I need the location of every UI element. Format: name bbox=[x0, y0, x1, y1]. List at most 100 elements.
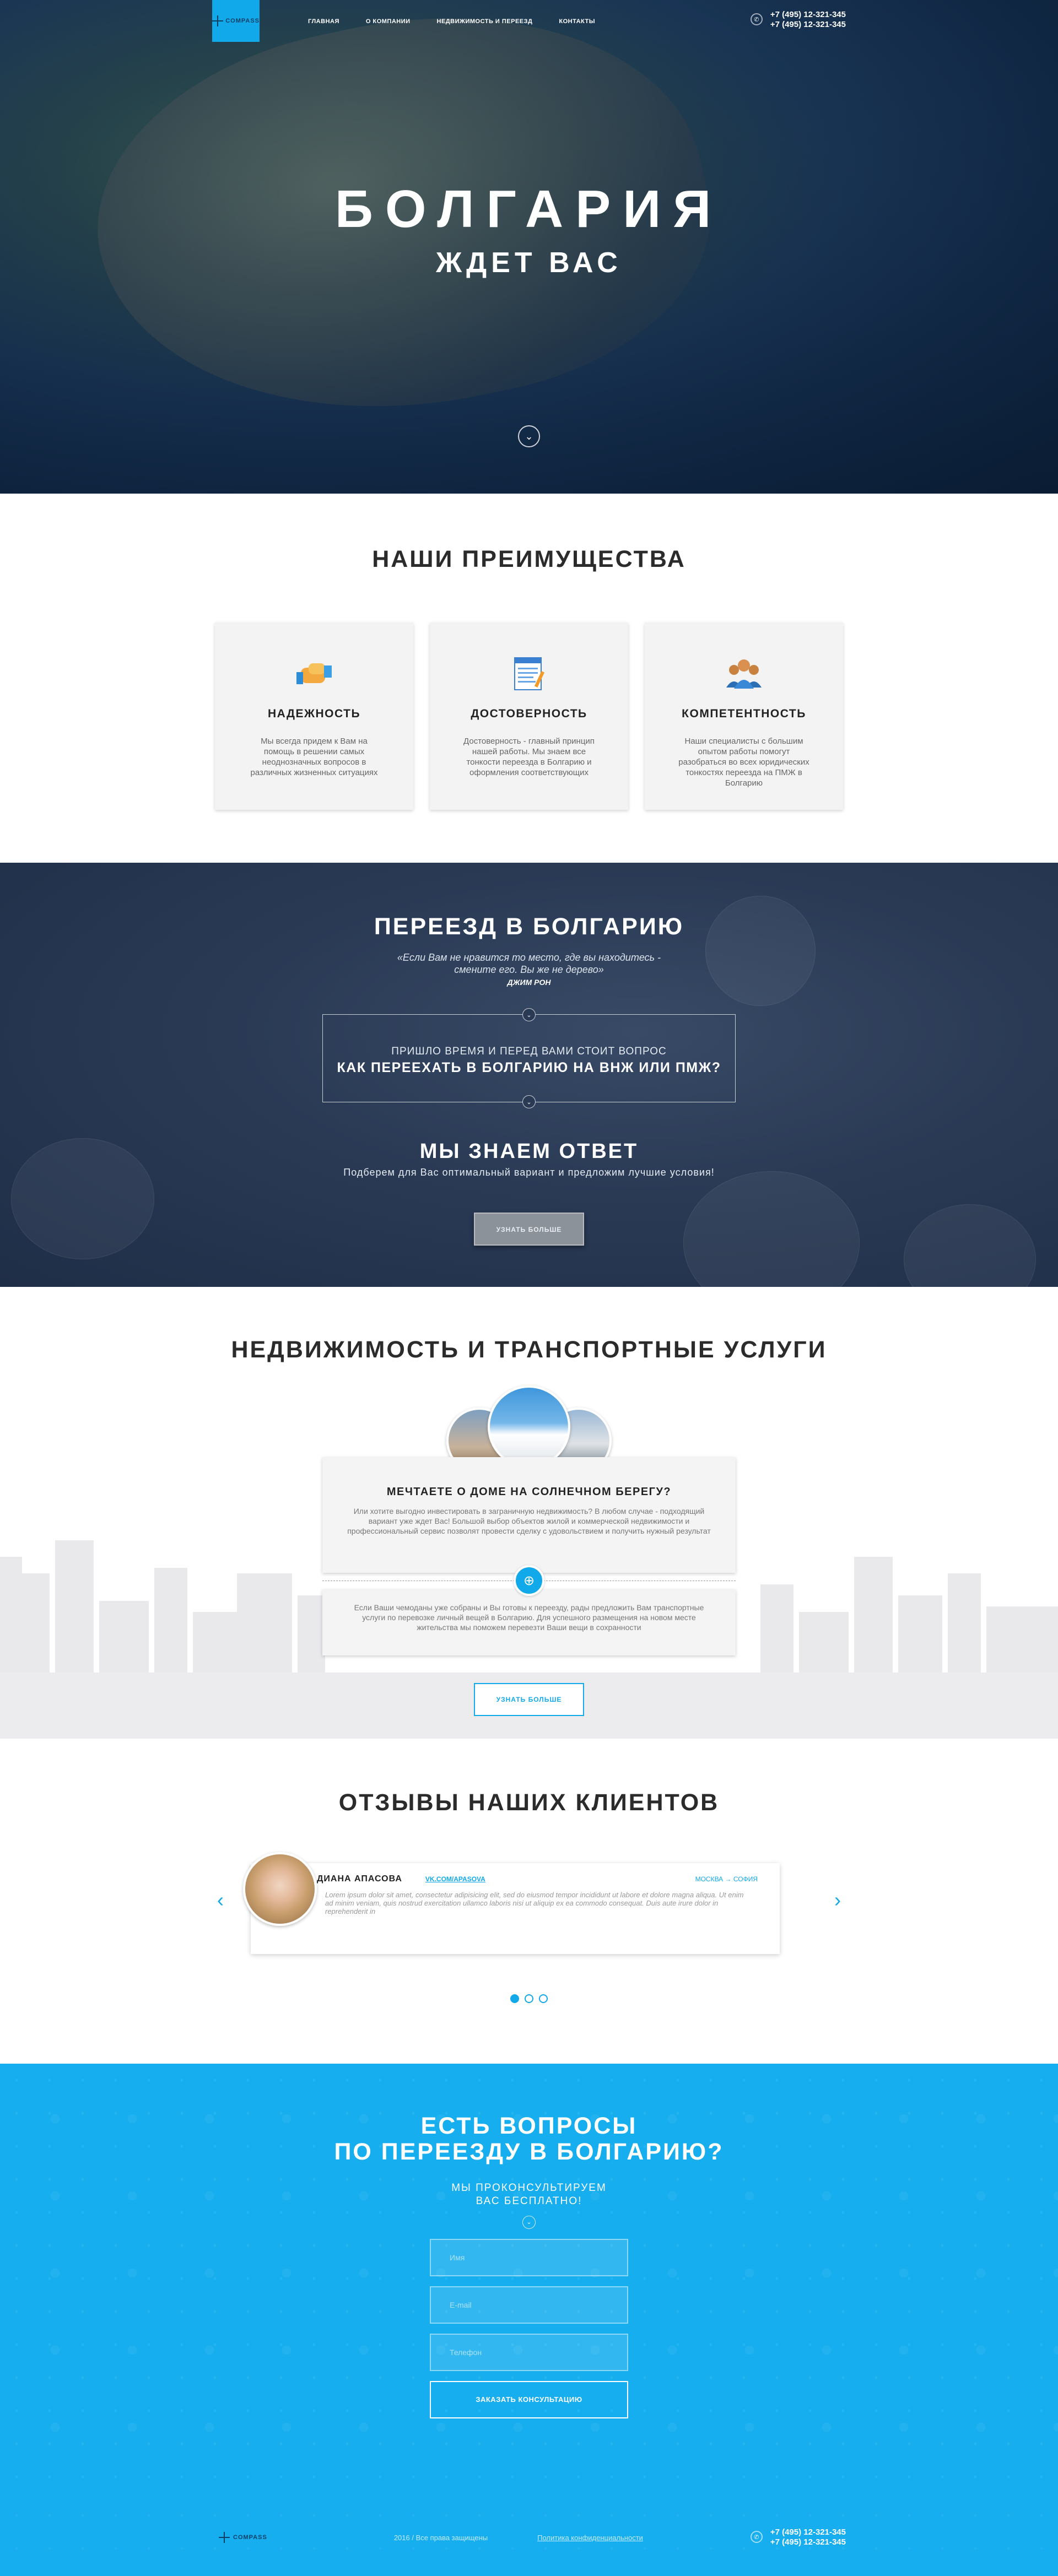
estate-card-top: МЕЧТАЕТЕ О ДОМЕ НА СОЛНЕЧНОМ БЕРЕГУ? Или… bbox=[322, 1457, 736, 1573]
estate-card-text: Если Ваши чемоданы уже собраны и Вы гото… bbox=[354, 1603, 704, 1632]
name-field-wrapper bbox=[430, 2239, 628, 2276]
slider-pagination bbox=[0, 1994, 1058, 2003]
estate-card-text: Или хотите выгодно инвестировать в загра… bbox=[347, 1507, 711, 1535]
review-route: МОСКВА → СОФИЯ bbox=[695, 1875, 758, 1883]
name-field[interactable] bbox=[450, 2253, 627, 2262]
consultation-form: ЗАКАЗАТЬ КОНСУЛЬТАЦИЮ bbox=[0, 2239, 1058, 2418]
contact-subtitle-line: МЫ ПРОКОНСУЛЬТИРУЕМ bbox=[451, 2182, 607, 2194]
question-small: ПРИШЛО ВРЕМЯ И ПЕРЕД ВАМИ СТОИТ ВОПРОС bbox=[391, 1046, 667, 1057]
copyright: 2016 / Все права защищены bbox=[393, 2533, 488, 2542]
contact-title-line: ПО ПЕРЕЕЗДУ В БОЛГАРИЮ? bbox=[334, 2139, 724, 2165]
estate-card-bottom: Если Ваши чемоданы уже собраны и Вы гото… bbox=[322, 1589, 736, 1655]
hero-subtitle: ЖДЕТ ВАС bbox=[436, 247, 622, 279]
phone-number[interactable]: +7 (495) 12-321-345 bbox=[770, 2528, 846, 2537]
advantages-section: НАШИ ПРЕИМУЩЕСТВА НАДЕЖНОСТЬ Мы всегда п… bbox=[0, 494, 1058, 863]
section-title: ПЕРЕЕЗД В БОЛГАРИЮ bbox=[374, 913, 684, 940]
header-phones: ✆ +7 (495) 12-321-345 +7 (495) 12-321-34… bbox=[750, 10, 846, 30]
reviewer-name: ДИАНА АПАСОВА bbox=[317, 1874, 402, 1884]
learn-more-button[interactable]: УЗНАТЬ БОЛЬШЕ bbox=[474, 1683, 584, 1716]
team-icon bbox=[722, 651, 766, 695]
chevron-down-icon: ⌄ bbox=[525, 430, 533, 442]
lifebuoy-icon: ⊕ bbox=[514, 1565, 544, 1596]
email-field-wrapper bbox=[430, 2286, 628, 2324]
compass-icon bbox=[212, 15, 224, 26]
phone-number[interactable]: +7 (495) 12-321-345 bbox=[770, 20, 846, 30]
next-arrow-icon[interactable]: › bbox=[829, 1888, 846, 1912]
review-head: ДИАНА АПАСОВА VK.COM/APASOVA МОСКВА → СО… bbox=[317, 1874, 758, 1884]
main-nav: ГЛАВНАЯ О КОМПАНИИ НЕДВИЖИМОСТЬ И ПЕРЕЕЗ… bbox=[308, 18, 595, 25]
advantage-text: Достоверность - главный принцип нашей ра… bbox=[463, 737, 595, 777]
handshake-icon bbox=[292, 651, 336, 695]
phone-number[interactable]: +7 (495) 12-321-345 bbox=[770, 2537, 846, 2547]
pagination-dot[interactable] bbox=[525, 1994, 533, 2003]
quote-line: «Если Вам не нравится то место, где вы н… bbox=[397, 952, 661, 963]
advantage-title: КОМПЕТЕНТНОСТЬ bbox=[682, 707, 806, 720]
advantages-cards: НАДЕЖНОСТЬ Мы всегда придем к Вам на пом… bbox=[0, 623, 1058, 810]
phone-field[interactable] bbox=[450, 2348, 627, 2357]
chevron-down-icon: ⌄ bbox=[522, 1008, 536, 1021]
contact-title-line: ЕСТЬ ВОПРОСЫ bbox=[420, 2113, 638, 2139]
quote: «Если Вам не нравится то место, где вы н… bbox=[0, 951, 1058, 976]
phones-list: +7 (495) 12-321-345 +7 (495) 12-321-345 bbox=[770, 10, 846, 30]
nav-item-realty[interactable]: НЕДВИЖИМОСТЬ И ПЕРЕЕЗД bbox=[437, 18, 533, 25]
advantage-card: ДОСТОВЕРНОСТЬ Достоверность - главный пр… bbox=[430, 623, 628, 810]
email-field[interactable] bbox=[450, 2301, 627, 2309]
chevron-down-icon: ⌄ bbox=[522, 2216, 536, 2229]
prev-arrow-icon[interactable]: ‹ bbox=[212, 1888, 229, 1912]
question-box: ⌄ ПРИШЛО ВРЕМЯ И ПЕРЕД ВАМИ СТОИТ ВОПРОС… bbox=[322, 1008, 736, 1108]
compass-icon bbox=[219, 2532, 230, 2543]
advantage-text: Наши специалисты с большим опытом работы… bbox=[678, 737, 809, 788]
order-consultation-button[interactable]: ЗАКАЗАТЬ КОНСУЛЬТАЦИЮ bbox=[430, 2381, 628, 2418]
logo-text: COMPASS bbox=[225, 18, 260, 24]
advantage-title: ДОСТОВЕРНОСТЬ bbox=[471, 707, 587, 720]
footer-logo-text: COMPASS bbox=[233, 2534, 267, 2541]
answer-subtitle: Подберем для Вас оптимальный вариант и п… bbox=[343, 1167, 715, 1178]
document-icon bbox=[507, 651, 551, 695]
estate-divider: ⊕ bbox=[322, 1565, 736, 1596]
site-header: COMPASS ГЛАВНАЯ О КОМПАНИИ НЕДВИЖИМОСТЬ … bbox=[0, 0, 1058, 43]
phones-list: +7 (495) 12-321-345 +7 (495) 12-321-345 bbox=[770, 2528, 846, 2547]
chevron-down-icon: ⌄ bbox=[522, 1095, 536, 1108]
nav-item-about[interactable]: О КОМПАНИИ bbox=[366, 18, 411, 25]
move-section: ПЕРЕЕЗД В БОЛГАРИЮ «Если Вам не нравится… bbox=[0, 863, 1058, 1287]
hero-content: БОЛГАРИЯ ЖДЕТ ВАС bbox=[0, 179, 1058, 279]
scroll-down-button[interactable]: ⌄ bbox=[518, 425, 540, 447]
section-title: НАШИ ПРЕИМУЩЕСТВА bbox=[372, 546, 686, 572]
answer-title: МЫ ЗНАЕМ ОТВЕТ bbox=[419, 1140, 639, 1163]
advantage-card: КОМПЕТЕНТНОСТЬ Наши специалисты с больши… bbox=[645, 623, 843, 810]
phone-icon: ✆ bbox=[750, 2531, 763, 2543]
estate-card-title: МЕЧТАЕТЕ О ДОМЕ НА СОЛНЕЧНОМ БЕРЕГУ? bbox=[386, 1486, 672, 1498]
reviews-section: ОТЗЫВЫ НАШИХ КЛИЕНТОВ ‹ ДИАНА АПАСОВА VK… bbox=[0, 1739, 1058, 2064]
logo[interactable]: COMPASS bbox=[212, 0, 260, 42]
advantage-card: НАДЕЖНОСТЬ Мы всегда придем к Вам на пом… bbox=[215, 623, 413, 810]
nav-item-home[interactable]: ГЛАВНАЯ bbox=[308, 18, 339, 25]
contact-title: ЕСТЬ ВОПРОСЫ ПО ПЕРЕЕЗДУ В БОЛГАРИЮ? bbox=[0, 2064, 1058, 2165]
estate-card: МЕЧТАЕТЕ О ДОМЕ НА СОЛНЕЧНОМ БЕРЕГУ? Или… bbox=[322, 1457, 736, 1655]
nav-item-contacts[interactable]: КОНТАКТЫ bbox=[559, 18, 595, 25]
question-big: КАК ПЕРЕЕХАТЬ В БОЛГАРИЮ НА ВНЖ ИЛИ ПМЖ? bbox=[337, 1060, 721, 1075]
contact-subtitle: МЫ ПРОКОНСУЛЬТИРУЕМ ВАС БЕСПЛАТНО! bbox=[0, 2182, 1058, 2208]
privacy-policy-link[interactable]: Политика конфиденциальности bbox=[537, 2534, 643, 2542]
advantage-title: НАДЕЖНОСТЬ bbox=[267, 707, 361, 720]
pagination-dot[interactable] bbox=[510, 1994, 519, 2003]
avatar bbox=[243, 1852, 317, 1926]
hero-title: БОЛГАРИЯ bbox=[334, 180, 724, 239]
reviewer-link[interactable]: VK.COM/APASOVA bbox=[425, 1875, 485, 1883]
advantage-text: Мы всегда придем к Вам на помощь в решен… bbox=[250, 737, 378, 777]
contact-subtitle-line: ВАС БЕСПЛАТНО! bbox=[476, 2195, 582, 2207]
pagination-dot[interactable] bbox=[539, 1994, 548, 2003]
section-title: ОТЗЫВЫ НАШИХ КЛИЕНТОВ bbox=[338, 1789, 720, 1816]
phone-number[interactable]: +7 (495) 12-321-345 bbox=[770, 10, 846, 20]
hero-section: БОЛГАРИЯ ЖДЕТ ВАС ⌄ bbox=[0, 0, 1058, 494]
footer-logo[interactable]: COMPASS bbox=[219, 2532, 267, 2543]
estate-section: НЕДВИЖИМОСТЬ И ТРАНСПОРТНЫЕ УСЛУГИ МЕЧТА… bbox=[0, 1287, 1058, 1739]
phone-icon: ✆ bbox=[750, 13, 763, 25]
review-slider: ‹ ДИАНА АПАСОВА VK.COM/APASOVA МОСКВА → … bbox=[212, 1852, 846, 1962]
footer-phones: ✆ +7 (495) 12-321-345 +7 (495) 12-321-34… bbox=[750, 2528, 846, 2547]
phone-field-wrapper bbox=[430, 2334, 628, 2371]
contact-section: ЕСТЬ ВОПРОСЫ ПО ПЕРЕЕЗДУ В БОЛГАРИЮ? МЫ … bbox=[0, 2064, 1058, 2499]
section-title: НЕДВИЖИМОСТЬ И ТРАНСПОРТНЫЕ УСЛУГИ bbox=[231, 1336, 827, 1363]
learn-more-button[interactable]: УЗНАТЬ БОЛЬШЕ bbox=[474, 1213, 584, 1246]
quote-line: смените его. Вы же не дерево» bbox=[454, 964, 604, 975]
house-photo bbox=[488, 1386, 570, 1468]
